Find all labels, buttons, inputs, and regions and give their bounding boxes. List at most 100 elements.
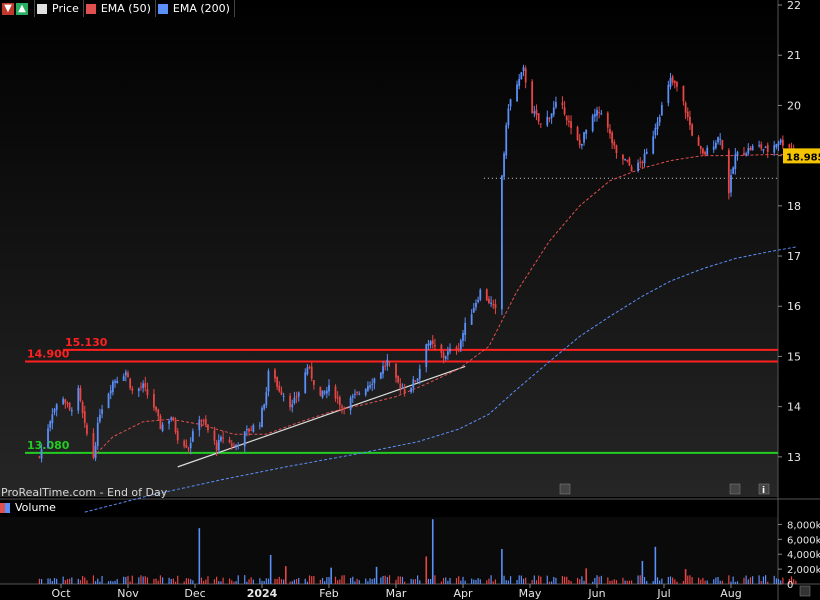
- volume-bar: [207, 576, 209, 584]
- volume-bar: [531, 580, 533, 584]
- level-label: 14.900: [27, 347, 70, 360]
- volume-bar: [563, 576, 566, 584]
- volume-bar: [486, 580, 488, 584]
- x-tick-label: Nov: [117, 587, 139, 600]
- volume-bar: [371, 579, 373, 584]
- candle-body: [334, 386, 337, 399]
- candle-body: [676, 82, 678, 87]
- volume-bar: [291, 581, 293, 584]
- candle-body: [475, 302, 477, 308]
- volume-bar: [97, 578, 99, 584]
- volume-bar: [369, 578, 371, 584]
- volume-bar: [568, 580, 570, 584]
- volume-bar: [62, 576, 64, 584]
- volume-bar: [652, 581, 654, 584]
- volume-bar: [773, 575, 775, 584]
- volume-bar: [728, 575, 730, 584]
- candle-body: [220, 436, 222, 441]
- red-down-arrow-icon[interactable]: ▼: [2, 2, 14, 15]
- candle-body: [414, 380, 417, 382]
- candle-body: [64, 399, 67, 403]
- candle-body: [137, 388, 140, 392]
- volume-bar: [341, 575, 343, 584]
- volume-bar: [661, 578, 663, 584]
- volume-bar: [594, 578, 596, 584]
- legend-ema200-label: EMA (200): [172, 2, 230, 15]
- volume-bar: [752, 576, 754, 584]
- volume-bar: [190, 579, 192, 584]
- volume-bar: [581, 576, 583, 584]
- candle-body: [645, 151, 648, 154]
- candle-body: [250, 429, 253, 431]
- candle-body: [295, 396, 298, 398]
- volume-bar: [235, 581, 237, 584]
- candle-body: [425, 344, 428, 367]
- x-tick-label: Dec: [184, 587, 205, 600]
- volume-bar: [110, 580, 112, 584]
- candle-body: [191, 431, 194, 442]
- volume-bar: [319, 579, 321, 584]
- candle-body: [382, 366, 384, 374]
- volume-bar: [570, 581, 572, 584]
- volume-bar: [717, 576, 719, 584]
- volume-panel-title[interactable]: Volume: [0, 499, 56, 516]
- volume-bar: [672, 577, 674, 584]
- volume-spike: [585, 568, 587, 584]
- candle-body: [611, 132, 614, 144]
- volume-bar: [86, 580, 88, 584]
- volume-bar: [715, 577, 717, 584]
- volume-bar: [548, 581, 551, 584]
- candle-body: [485, 289, 488, 301]
- volume-bar: [477, 578, 479, 584]
- volume-bar: [280, 579, 283, 584]
- candle-body: [248, 428, 250, 432]
- volume-bar: [397, 576, 399, 584]
- candle-body: [258, 425, 261, 427]
- candle-body: [531, 81, 534, 114]
- candle-body: [228, 439, 231, 443]
- arrow-buttons[interactable]: ▼ ▲: [0, 0, 35, 17]
- volume-bar: [79, 580, 82, 584]
- volume-bar: [64, 580, 66, 584]
- legend-price[interactable]: Price: [35, 0, 84, 17]
- candle-body: [682, 85, 685, 102]
- volume-bar: [125, 576, 127, 584]
- candle-body: [124, 371, 127, 376]
- candle-body: [727, 150, 730, 194]
- volume-bar: [187, 578, 190, 584]
- legend-ema50[interactable]: EMA (50): [84, 0, 156, 17]
- volume-bar: [170, 578, 172, 584]
- volume-bar: [157, 580, 159, 584]
- volume-bar: [637, 575, 639, 584]
- volume-bar: [200, 577, 203, 584]
- candle-body: [516, 84, 518, 102]
- volume-bar: [146, 577, 149, 584]
- candle-body: [356, 391, 358, 393]
- candle-body: [563, 107, 566, 115]
- volume-bar: [583, 580, 585, 584]
- candle-body: [431, 340, 434, 344]
- volume-bar: [352, 576, 354, 584]
- volume-bar: [404, 581, 406, 584]
- candle-body: [373, 378, 376, 384]
- volume-bar: [676, 581, 678, 584]
- candle-body: [111, 381, 114, 393]
- volume-bar: [267, 578, 270, 584]
- volume-bar: [639, 575, 641, 584]
- candle-body: [170, 417, 173, 420]
- volume-bar: [520, 575, 522, 584]
- volume-bar: [600, 575, 602, 584]
- volume-bar: [624, 580, 626, 584]
- green-up-arrow-icon[interactable]: ▲: [16, 2, 28, 15]
- y-tick-label: 16: [787, 300, 801, 313]
- candle-body: [503, 153, 505, 177]
- volume-bar: [84, 577, 86, 584]
- candle-body: [501, 175, 503, 310]
- volume-bar: [293, 579, 296, 584]
- legend-ema200[interactable]: EMA (200): [156, 0, 235, 17]
- volume-bar: [702, 577, 704, 584]
- volume-bar: [380, 577, 382, 584]
- candle-body: [533, 111, 536, 114]
- volume-bar: [92, 575, 95, 584]
- candle-body: [462, 333, 464, 341]
